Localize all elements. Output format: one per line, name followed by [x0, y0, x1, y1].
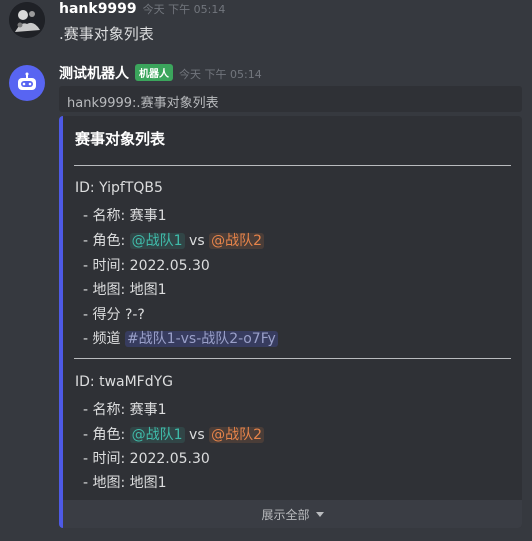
role-prefix: - 角色:: [83, 233, 130, 249]
robot-icon: [18, 72, 36, 90]
entry-name: - 名称: 赛事1: [83, 208, 167, 224]
embed-title: 赛事对象列表: [75, 130, 166, 148]
entry-id: ID: YipfTQB5: [75, 180, 163, 196]
entry-time: - 时间: 2022.05.30: [83, 258, 210, 274]
entry-map: - 地图: 地图1: [83, 282, 167, 298]
vs-text: vs: [184, 233, 210, 249]
username[interactable]: hank9999: [59, 1, 137, 17]
user-avatar[interactable]: [9, 2, 45, 38]
chevron-down-icon: [315, 511, 324, 517]
username[interactable]: 测试机器人: [59, 63, 129, 83]
divider: [74, 358, 511, 359]
role-prefix: - 角色:: [83, 427, 130, 443]
entry-map: - 地图: 地图1: [83, 475, 167, 491]
channel-link[interactable]: #战队1-vs-战队2-o7Fy: [124, 331, 278, 347]
entry-name: - 名称: 赛事1: [83, 402, 167, 418]
team1-mention[interactable]: @战队1: [129, 233, 185, 249]
timestamp: 今天 下午 05:14: [179, 68, 262, 81]
team2-mention[interactable]: @战队2: [209, 427, 264, 443]
entry-role: - 角色: @战队1 vs @战队2: [83, 424, 264, 444]
entry-time: - 时间: 2022.05.30: [83, 451, 210, 467]
team2-mention[interactable]: @战队2: [209, 233, 264, 249]
user-avatar-image: [9, 2, 45, 38]
show-all-button[interactable]: 展示全部: [63, 500, 522, 528]
bot-badge: 机器人: [135, 64, 173, 81]
entry-id: ID: twaMFdYG: [75, 374, 174, 390]
vs-text: vs: [184, 427, 210, 443]
message-header: 测试机器人 机器人 今天 下午 05:14: [59, 63, 262, 83]
timestamp: 今天 下午 05:14: [142, 3, 226, 16]
show-all-label: 展示全部: [261, 507, 310, 522]
channel-prefix: - 频道: [83, 331, 125, 347]
embed-card: 赛事对象列表 ID: YipfTQB5 - 名称: 赛事1 - 角色: @战队1…: [59, 116, 522, 528]
entry-role: - 角色: @战队1 vs @战队2: [83, 230, 264, 250]
divider: [74, 165, 511, 166]
entry-channel: - 频道 #战队1-vs-战队2-o7Fy: [83, 328, 278, 348]
message-header: hank9999 今天 下午 05:14: [59, 1, 225, 17]
team1-mention[interactable]: @战队1: [129, 427, 185, 443]
message-content: .赛事对象列表: [59, 25, 154, 43]
bot-avatar[interactable]: [9, 65, 45, 101]
reply-quote[interactable]: hank9999:.赛事对象列表: [59, 86, 522, 112]
entry-score: - 得分 ?-?: [83, 307, 145, 323]
